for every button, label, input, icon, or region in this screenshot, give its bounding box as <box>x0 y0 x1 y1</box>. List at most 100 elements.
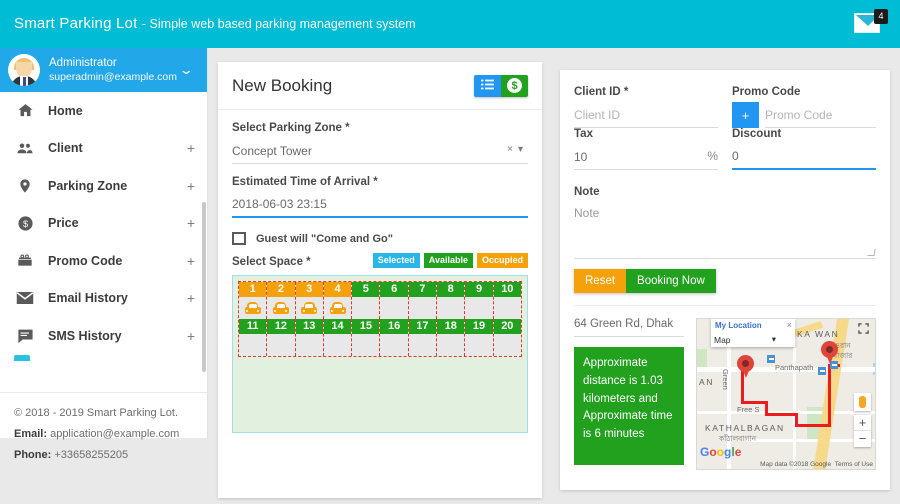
zoom-in-button[interactable]: + <box>854 415 871 431</box>
sidebar-item-promo-code[interactable]: Promo Code + <box>0 242 207 280</box>
parking-space-number: 10 <box>494 282 521 297</box>
expand-indicator[interactable]: + <box>187 140 195 156</box>
sidebar-footer: © 2018 - 2019 Smart Parking Lot. Email: … <box>0 392 207 466</box>
sidebar-scrollbar[interactable] <box>202 202 206 372</box>
list-view-button[interactable] <box>474 75 501 97</box>
brand: Smart Parking Lot - Simple web based par… <box>0 15 416 33</box>
parking-space-16[interactable]: 16 <box>380 319 408 356</box>
close-icon[interactable]: × <box>787 320 792 330</box>
discount-label: Discount <box>732 128 876 140</box>
parking-space-6[interactable]: 6 <box>380 282 408 319</box>
parking-space-18[interactable]: 18 <box>437 319 465 356</box>
messages-button[interactable]: 4 <box>854 9 888 39</box>
map-pin-destination[interactable] <box>737 355 754 379</box>
parking-space-body <box>437 334 464 356</box>
expand-indicator[interactable]: + <box>187 215 195 231</box>
note-placeholder: Note <box>574 206 599 220</box>
map-label: Free S <box>737 405 760 414</box>
sidebar-nav: Home Client + Parking Zone + $ Price + <box>0 92 207 392</box>
select-controls[interactable]: ×▾ <box>507 144 528 155</box>
eta-input[interactable]: 2018-06-03 23:15 <box>232 192 528 218</box>
parking-space-7[interactable]: 7 <box>409 282 437 319</box>
parking-space-grid: 12345678910 11121314151617181920 <box>232 275 528 433</box>
parking-space-8[interactable]: 8 <box>437 282 465 319</box>
sidebar-item-label: Home <box>36 104 195 118</box>
sidebar-item-price[interactable]: $ Price + <box>0 205 207 243</box>
street-view-icon[interactable] <box>854 393 871 411</box>
parking-space-15[interactable]: 15 <box>352 319 380 356</box>
tax-field: Tax 10 % <box>574 128 718 170</box>
parking-space-3[interactable]: 3 <box>296 282 324 319</box>
resize-handle[interactable] <box>867 249 875 256</box>
terms-of-use-link[interactable]: Terms of Use <box>835 461 873 468</box>
promo-code-input[interactable]: Promo Code <box>765 102 876 128</box>
new-booking-card: New Booking $ Select Parking Zone * Conc… <box>218 62 542 498</box>
footer-phone: Phone: +33658255205 <box>14 445 193 466</box>
dollar-coin-icon: $ <box>14 212 36 234</box>
zoom-out-button[interactable]: − <box>854 431 871 447</box>
parking-space-20[interactable]: 20 <box>494 319 521 356</box>
expand-indicator[interactable]: + <box>187 290 195 306</box>
sidebar-item-sms-history[interactable]: SMS History + <box>0 317 207 355</box>
parking-space-number: 20 <box>494 319 521 334</box>
expand-indicator[interactable]: + <box>187 178 195 194</box>
parking-space-19[interactable]: 19 <box>465 319 493 356</box>
map-widget[interactable]: KA WAN কাওরান বাজার Panthapath KATHALBAG… <box>696 318 876 470</box>
sidebar-item-label: Client <box>36 141 187 155</box>
map-tooltip[interactable]: My Location × Map ▾ <box>711 319 795 347</box>
parking-space-11[interactable]: 11 <box>239 319 267 356</box>
space-row-1: 12345678910 <box>239 282 521 319</box>
parking-space-13[interactable]: 13 <box>296 319 324 356</box>
tax-label: Tax <box>574 128 718 140</box>
parking-space-body <box>239 334 266 356</box>
map-type-select[interactable]: Map ▾ <box>714 334 776 345</box>
logo-letter: e <box>735 445 742 459</box>
reset-button[interactable]: Reset <box>574 269 626 293</box>
parking-space-12[interactable]: 12 <box>267 319 295 356</box>
booking-now-button[interactable]: Booking Now <box>626 269 716 293</box>
avatar <box>8 54 40 86</box>
parking-space-2[interactable]: 2 <box>267 282 295 319</box>
parking-space-17[interactable]: 17 <box>409 319 437 356</box>
sidebar-item-home[interactable]: Home <box>0 92 207 130</box>
client-id-placeholder: Client ID <box>574 108 620 122</box>
come-and-go-row[interactable]: Guest will "Come and Go" <box>232 232 528 245</box>
address-text: 64 Green Rd, Dhak <box>574 318 684 337</box>
booking-details-card: Client ID * Client ID Promo Code + Promo… <box>560 70 890 490</box>
footer-phone-label: Phone: <box>14 449 51 461</box>
parking-space-9[interactable]: 9 <box>465 282 493 319</box>
note-textarea[interactable]: Note <box>574 203 876 259</box>
tooltip-title: My Location <box>715 321 791 330</box>
sidebar-item-email-history[interactable]: Email History + <box>0 280 207 318</box>
expand-indicator[interactable]: + <box>187 328 195 344</box>
parking-space-1[interactable]: 1 <box>239 282 267 319</box>
footer-email-label: Email: <box>14 428 47 440</box>
clear-icon[interactable]: × <box>507 144 518 155</box>
add-client-button[interactable]: + <box>732 102 759 128</box>
sidebar-item-partial[interactable] <box>0 355 207 361</box>
parking-space-14[interactable]: 14 <box>324 319 352 356</box>
chevron-down-icon[interactable]: ▾ <box>518 144 528 155</box>
chevron-down-icon: ▾ <box>772 334 776 345</box>
chevron-down-icon[interactable]: ⌄ <box>179 62 203 78</box>
expand-indicator[interactable]: + <box>187 253 195 269</box>
price-view-button[interactable]: $ <box>501 75 528 97</box>
come-and-go-checkbox[interactable] <box>232 232 246 245</box>
parking-space-5[interactable]: 5 <box>352 282 380 319</box>
space-header: Select Space * Selected Available Occupi… <box>232 253 528 268</box>
tax-input[interactable]: 10 % <box>574 144 718 170</box>
sidebar-item-client[interactable]: Client + <box>0 130 207 168</box>
footer-email-value: application@example.com <box>50 428 179 440</box>
fullscreen-icon[interactable] <box>856 323 871 338</box>
parking-zone-select[interactable]: Concept Tower ×▾ <box>232 138 528 164</box>
parking-space-10[interactable]: 10 <box>494 282 521 319</box>
parking-space-number: 6 <box>380 282 407 297</box>
map-pin-origin[interactable] <box>821 341 838 365</box>
parking-space-number: 9 <box>465 282 492 297</box>
sidebar-item-parking-zone[interactable]: Parking Zone + <box>0 167 207 205</box>
profile-header[interactable]: Administrator superadmin@example.com ⌄ <box>0 48 207 92</box>
client-id-input[interactable]: Client ID <box>574 102 718 128</box>
come-and-go-label: Guest will "Come and Go" <box>246 233 393 245</box>
parking-space-4[interactable]: 4 <box>324 282 352 319</box>
discount-input[interactable]: 0 <box>732 144 876 170</box>
